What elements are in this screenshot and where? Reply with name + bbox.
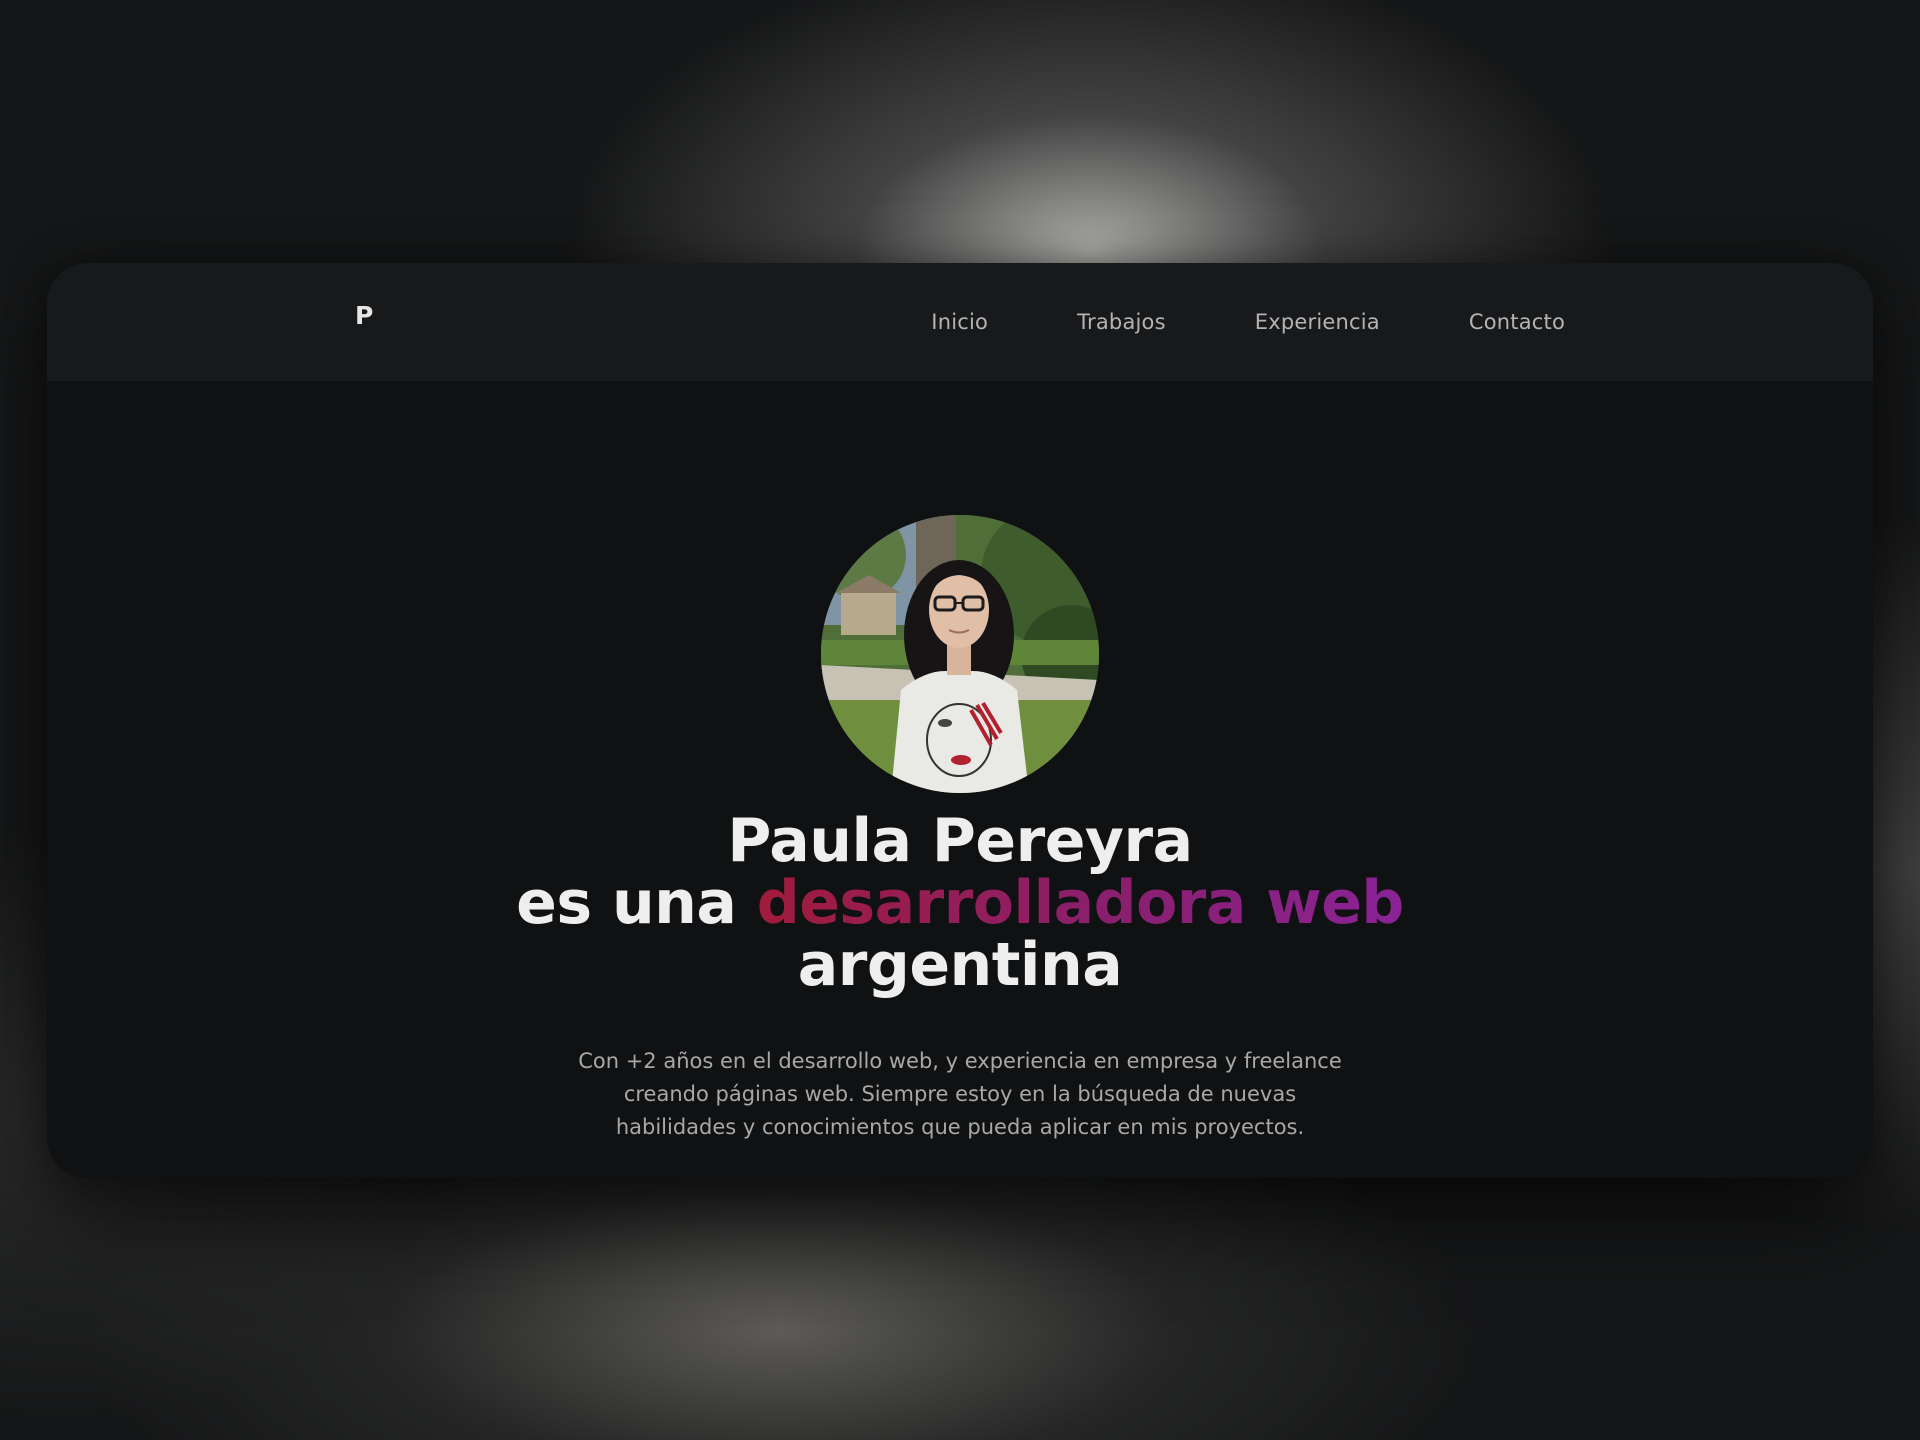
browser-window: P Inicio Trabajos Experiencia Contacto P… [47, 263, 1873, 1178]
hero-nationality: argentina [797, 930, 1123, 1000]
hero-role-line: es una desarrolladora web [47, 872, 1873, 934]
hero-role-accent: desarrolladora web [756, 868, 1405, 938]
profile-photo-image [821, 515, 1099, 793]
nav-link-experiencia[interactable]: Experiencia [1255, 310, 1380, 334]
hero-description: Con +2 años en el desarrollo web, y expe… [47, 1045, 1873, 1144]
nav-link-inicio[interactable]: Inicio [931, 310, 988, 334]
hero-role-prefix: es una [516, 868, 757, 938]
hero-description-line-3: habilidades y conocimientos que pueda ap… [615, 1115, 1305, 1139]
site-logo[interactable]: P [355, 303, 373, 328]
nav-link-contacto[interactable]: Contacto [1469, 310, 1565, 334]
hero-headline: Paula Pereyra es una desarrolladora web … [47, 810, 1873, 996]
hero-description-line-1: Con +2 años en el desarrollo web, y expe… [578, 1049, 1342, 1073]
navbar: P Inicio Trabajos Experiencia Contacto [47, 263, 1873, 381]
nav-link-trabajos[interactable]: Trabajos [1077, 310, 1166, 334]
profile-avatar [821, 515, 1099, 793]
hero-name: Paula Pereyra [727, 806, 1193, 876]
nav-menu: Inicio Trabajos Experiencia Contacto [931, 263, 1565, 381]
hero-description-line-2: creando páginas web. Siempre estoy en la… [623, 1082, 1297, 1106]
